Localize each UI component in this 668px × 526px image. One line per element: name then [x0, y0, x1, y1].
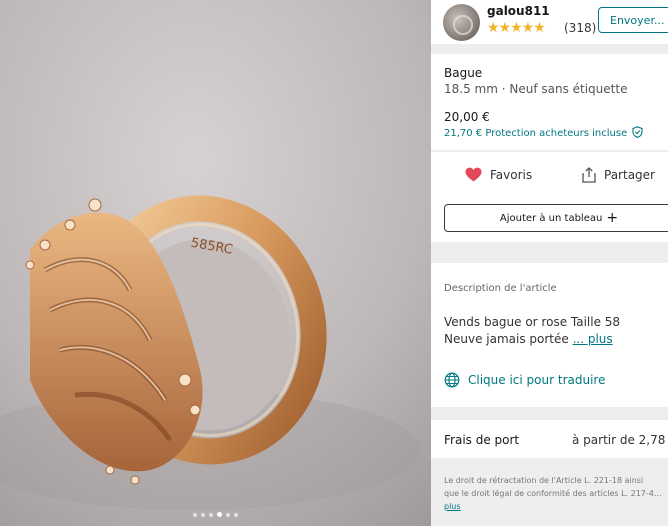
- item-summary: Bague 18.5 mm · Neuf sans étiquette 20,0…: [431, 54, 668, 150]
- description-line-2: Neuve jamais portée: [444, 332, 569, 346]
- plus-icon: +: [606, 210, 619, 226]
- favorite-button[interactable]: Favoris: [465, 167, 532, 182]
- favorite-label: Favoris: [490, 167, 533, 182]
- description-card: Description de l'article Vends bague or …: [431, 263, 668, 407]
- protection-label[interactable]: 21,70 € Protection acheteurs incluse: [444, 128, 627, 139]
- legal-more-link[interactable]: plus: [444, 500, 668, 513]
- description-heading: Description de l'article: [444, 283, 557, 294]
- gallery-pagination[interactable]: [0, 512, 431, 517]
- rating-stars-icon: ★★★★★: [487, 20, 546, 36]
- share-button[interactable]: Partager: [582, 167, 655, 183]
- gallery-dot[interactable]: [226, 513, 230, 517]
- review-count[interactable]: (318): [564, 21, 596, 35]
- actions-card: Favoris Partager Ajouter à un tableau +: [431, 152, 668, 242]
- buyer-protection-price[interactable]: 21,70 € Protection acheteurs incluse: [444, 126, 643, 139]
- share-icon: [582, 167, 596, 183]
- share-label: Partager: [604, 168, 655, 182]
- legal-line-2: que le droit légal de conformité des art…: [444, 489, 662, 498]
- item-sidebar: galou811 ★★★★★ (318) Envoyer... Bague 18…: [431, 0, 668, 526]
- description-more-link[interactable]: ... plus: [573, 332, 613, 346]
- shipping-label: Frais de port: [444, 433, 520, 447]
- product-photo[interactable]: 585RC: [0, 0, 431, 526]
- item-price: 20,00 €: [444, 110, 490, 124]
- item-details: 18.5 mm · Neuf sans étiquette: [444, 82, 628, 96]
- gallery-dot[interactable]: [234, 513, 238, 517]
- heart-icon: [465, 167, 482, 182]
- gallery-dot[interactable]: [201, 513, 205, 517]
- gallery-dot[interactable]: [209, 513, 213, 517]
- item-title: Bague: [444, 66, 483, 80]
- gallery-dot[interactable]: [217, 512, 222, 517]
- shipping-price: à partir de 2,78 €: [572, 433, 668, 447]
- legal-notice: Le droit de rétractation de l'Article L.…: [444, 474, 668, 513]
- seller-card: galou811 ★★★★★ (318) Envoyer...: [431, 0, 668, 44]
- description-line-1: Vends bague or rose Taille 58: [444, 315, 621, 329]
- seller-name[interactable]: galou811: [487, 4, 550, 18]
- legal-line-1: Le droit de rétractation de l'Article L.…: [444, 476, 644, 485]
- seller-avatar[interactable]: [443, 4, 480, 41]
- shield-check-icon: [632, 126, 643, 138]
- translate-link[interactable]: Clique ici pour traduire: [444, 372, 605, 388]
- shipping-card: Frais de port à partir de 2,78 €: [431, 420, 668, 458]
- description-text: Vends bague or rose Taille 58 Neuve jama…: [444, 314, 620, 348]
- message-button[interactable]: Envoyer...: [598, 7, 668, 33]
- add-to-collection-button[interactable]: Ajouter à un tableau +: [444, 204, 668, 232]
- add-to-collection-label: Ajouter à un tableau: [499, 213, 603, 224]
- gallery-dot[interactable]: [193, 513, 197, 517]
- globe-icon: [444, 372, 460, 388]
- ring-image: 585RC: [0, 0, 431, 526]
- translate-label[interactable]: Clique ici pour traduire: [468, 373, 605, 387]
